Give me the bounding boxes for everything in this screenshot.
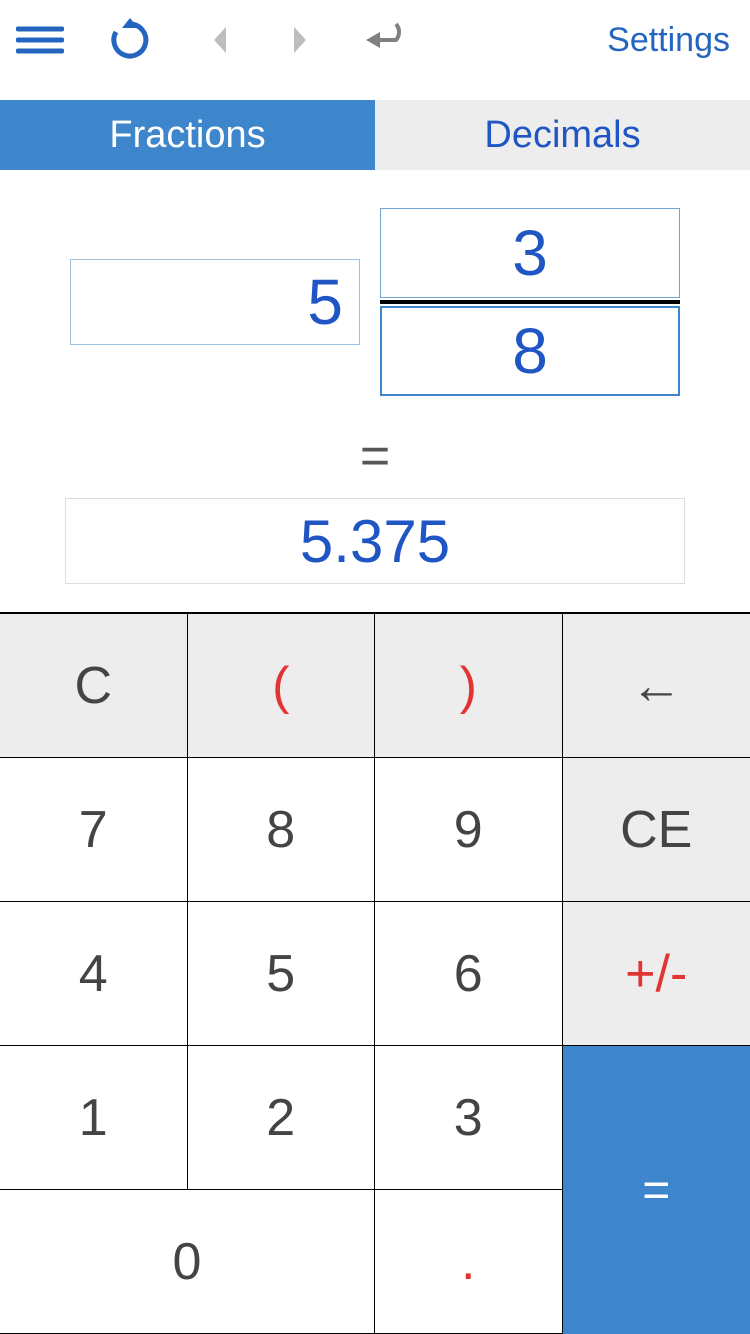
key-decimal[interactable]: . (375, 1190, 563, 1334)
key-clear[interactable]: C (0, 614, 188, 758)
key-2[interactable]: 2 (188, 1046, 376, 1190)
key-7[interactable]: 7 (0, 758, 188, 902)
tab-fractions[interactable]: Fractions (0, 100, 375, 170)
menu-icon[interactable] (0, 0, 80, 80)
result-output: 5.375 (65, 498, 685, 584)
key-1[interactable]: 1 (0, 1046, 188, 1190)
numerator-input[interactable]: 3 (380, 208, 680, 298)
key-0[interactable]: 0 (0, 1190, 375, 1334)
key-5[interactable]: 5 (188, 902, 376, 1046)
key-8[interactable]: 8 (188, 758, 376, 902)
key-backspace[interactable]: ← (563, 614, 750, 758)
display-area: 5 3 8 = 5.375 (0, 170, 750, 612)
toolbar: Settings (0, 0, 750, 80)
key-equals[interactable]: = (563, 1046, 750, 1334)
fraction-stack: 3 8 (380, 208, 680, 396)
key-6[interactable]: 6 (375, 902, 563, 1046)
key-right-paren[interactable]: ) (375, 614, 563, 758)
equals-label: = (360, 426, 390, 486)
next-icon[interactable] (260, 0, 340, 80)
whole-number-input[interactable]: 5 (70, 259, 360, 345)
backspace-icon: ← (630, 656, 682, 716)
fraction-row: 5 3 8 (70, 208, 680, 396)
key-plus-minus[interactable]: +/- (563, 902, 750, 1046)
reload-icon[interactable] (80, 0, 180, 80)
key-3[interactable]: 3 (375, 1046, 563, 1190)
keypad: C ( ) ← 7 8 9 CE 4 5 6 +/- 1 2 3 = 0 . (0, 612, 750, 1334)
denominator-input[interactable]: 8 (380, 306, 680, 396)
undo-icon[interactable] (340, 0, 440, 80)
tab-bar: Fractions Decimals (0, 100, 750, 170)
key-4[interactable]: 4 (0, 902, 188, 1046)
prev-icon[interactable] (180, 0, 260, 80)
key-9[interactable]: 9 (375, 758, 563, 902)
settings-link[interactable]: Settings (607, 0, 750, 80)
key-clear-entry[interactable]: CE (563, 758, 750, 902)
tab-decimals[interactable]: Decimals (375, 100, 750, 170)
fraction-bar (380, 300, 680, 304)
key-left-paren[interactable]: ( (188, 614, 376, 758)
